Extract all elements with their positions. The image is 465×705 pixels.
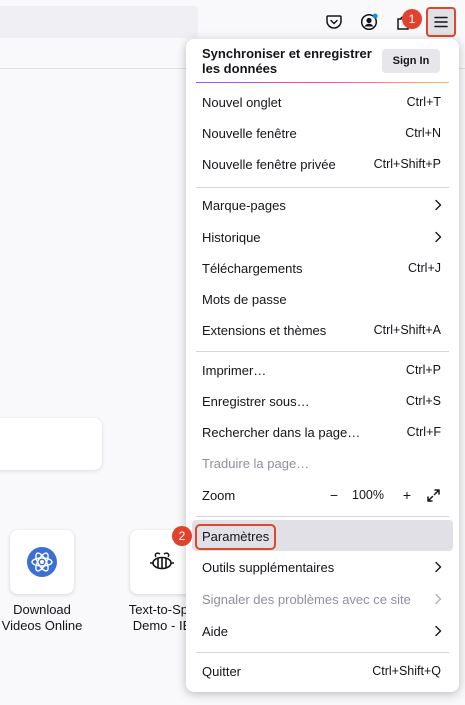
- header-gradient-divider: [196, 82, 449, 83]
- browser-toolbar: 1: [0, 0, 465, 44]
- menu-item-print[interactable]: Imprimer… Ctrl+P: [192, 355, 453, 386]
- menu-item-history[interactable]: Historique: [192, 222, 453, 253]
- shortcut-label-line-2: Videos Online: [1, 618, 83, 633]
- menu-item-label: Paramètres: [195, 524, 277, 550]
- app-menu-button[interactable]: [426, 7, 456, 37]
- shortcut-tile[interactable]: Download Videos Online: [0, 530, 102, 634]
- account-icon: [360, 13, 378, 31]
- menu-item-label: Traduire la page…: [202, 456, 310, 471]
- menu-item-label: Outils supplémentaires: [202, 560, 335, 575]
- pocket-button[interactable]: [319, 7, 349, 37]
- menu-item-shortcut: Ctrl+F: [406, 425, 441, 439]
- chevron-right-icon: [435, 561, 442, 573]
- menu-item-shortcut: Ctrl+J: [408, 261, 441, 275]
- pocket-icon: [326, 15, 342, 29]
- menu-item-shortcut: Ctrl+S: [405, 394, 441, 408]
- chevron-right-icon: [435, 231, 442, 243]
- zoom-in-button[interactable]: +: [399, 488, 415, 504]
- menu-item-translate-page: Traduire la page…: [192, 448, 453, 479]
- bee-icon: [150, 552, 174, 570]
- menu-item-shortcut: Ctrl+N: [405, 126, 441, 140]
- menu-item-extensions-themes[interactable]: Extensions et thèmes Ctrl+Shift+A: [192, 315, 453, 346]
- menu-item-new-window[interactable]: Nouvelle fenêtre Ctrl+N: [192, 118, 453, 149]
- url-bar[interactable]: [0, 6, 198, 38]
- menu-item-new-tab[interactable]: Nouvel onglet Ctrl+T: [192, 87, 453, 118]
- menu-item-save-as[interactable]: Enregistrer sous… Ctrl+S: [192, 386, 453, 417]
- chevron-right-icon: [435, 593, 442, 605]
- menu-item-new-private-window[interactable]: Nouvelle fenêtre privée Ctrl+Shift+P: [192, 149, 453, 180]
- sync-title: Synchroniser et enregistrer les données: [202, 46, 372, 76]
- zoom-out-button[interactable]: −: [326, 488, 342, 504]
- menu-separator: [196, 351, 449, 352]
- menu-item-bookmarks[interactable]: Marque-pages: [192, 190, 453, 221]
- menu-item-label: Historique: [202, 230, 261, 245]
- menu-item-label: Rechercher dans la page…: [202, 425, 361, 440]
- menu-item-label: Mots de passe: [202, 292, 287, 307]
- step-marker-2: 2: [172, 526, 192, 546]
- menu-item-label: Enregistrer sous…: [202, 394, 310, 409]
- atom-icon: [27, 547, 57, 577]
- chevron-right-icon: [435, 625, 442, 637]
- shortcut-label-line-1: Download: [13, 602, 71, 617]
- menu-item-label: Nouvel onglet: [202, 95, 282, 110]
- menu-item-label: Nouvelle fenêtre privée: [202, 157, 336, 172]
- menu-item-zoom: Zoom − 100% +: [192, 480, 453, 511]
- fullscreen-icon[interactable]: [426, 488, 441, 503]
- hamburger-icon: [434, 16, 448, 28]
- menu-item-label: Téléchargements: [202, 261, 303, 276]
- menu-separator: [196, 187, 449, 188]
- menu-separator: [196, 652, 449, 653]
- menu-item-label: Signaler des problèmes avec ce site: [202, 592, 411, 607]
- menu-item-label: Quitter: [202, 664, 242, 679]
- menu-item-more-tools[interactable]: Outils supplémentaires: [192, 552, 453, 583]
- menu-item-shortcut: Ctrl+Shift+A: [373, 323, 441, 337]
- menu-item-passwords[interactable]: Mots de passe: [192, 284, 453, 315]
- zoom-level[interactable]: 100%: [352, 480, 384, 511]
- menu-item-shortcut: Ctrl+Shift+Q: [372, 664, 441, 678]
- chevron-right-icon: [435, 199, 442, 211]
- sync-header: Synchroniser et enregistrer les données …: [186, 39, 459, 83]
- menu-item-label: Extensions et thèmes: [202, 323, 327, 338]
- menu-item-help[interactable]: Aide: [192, 616, 453, 647]
- menu-separator: [196, 516, 449, 517]
- menu-item-label: Marque-pages: [202, 198, 286, 213]
- search-box[interactable]: [0, 418, 102, 470]
- shortcut-tile-label: Download Videos Online: [0, 602, 102, 634]
- menu-item-label: Imprimer…: [202, 363, 267, 378]
- menu-item-shortcut: Ctrl+P: [405, 363, 441, 377]
- account-button[interactable]: [354, 7, 384, 37]
- step-marker-1: 1: [402, 9, 422, 29]
- menu-item-report-site-issue: Signaler des problèmes avec ce site: [192, 584, 453, 615]
- app-menu-panel: Synchroniser et enregistrer les données …: [186, 39, 459, 692]
- shortcut-tile-icon-box: [10, 530, 74, 594]
- menu-item-find-in-page[interactable]: Rechercher dans la page… Ctrl+F: [192, 417, 453, 448]
- menu-item-downloads[interactable]: Téléchargements Ctrl+J: [192, 253, 453, 284]
- menu-item-label: Aide: [202, 624, 229, 639]
- menu-item-settings[interactable]: Paramètres: [192, 520, 453, 551]
- menu-item-label: Nouvelle fenêtre: [202, 126, 297, 141]
- menu-item-label: Zoom: [202, 488, 236, 503]
- sign-in-button[interactable]: Sign In: [382, 49, 440, 73]
- menu-item-shortcut: Ctrl+Shift+P: [373, 157, 441, 171]
- menu-item-quit[interactable]: Quitter Ctrl+Shift+Q: [192, 656, 453, 687]
- menu-item-shortcut: Ctrl+T: [406, 95, 441, 109]
